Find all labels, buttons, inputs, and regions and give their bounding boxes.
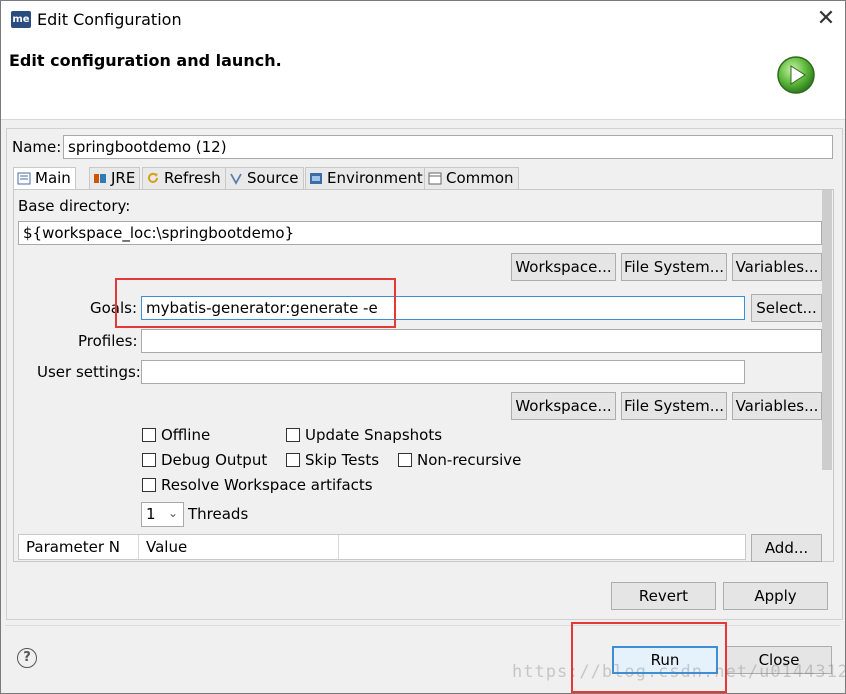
- resolve-workspace-checkbox[interactable]: [142, 478, 156, 492]
- add-parameter-button[interactable]: Add...: [751, 534, 822, 562]
- vertical-scrollbar[interactable]: [822, 190, 832, 470]
- column-header-parameter[interactable]: Parameter N: [19, 535, 139, 559]
- offline-checkbox[interactable]: [142, 428, 156, 442]
- file-system-button-2[interactable]: File System...: [621, 392, 727, 420]
- refresh-icon: [148, 172, 158, 183]
- debug-output-checkbox[interactable]: [142, 453, 156, 467]
- offline-label: Offline: [161, 426, 211, 444]
- tab-source[interactable]: Source: [225, 167, 304, 189]
- name-field[interactable]: springbootdemo (12): [63, 135, 833, 159]
- tab-main[interactable]: Main: [13, 167, 76, 190]
- apply-button[interactable]: Apply: [723, 582, 828, 610]
- window-title: Edit Configuration: [37, 10, 182, 29]
- file-system-button-1[interactable]: File System...: [621, 253, 727, 281]
- threads-label: Threads: [188, 505, 249, 523]
- source-icon: [230, 173, 242, 185]
- non-recursive-checkbox[interactable]: [398, 453, 412, 467]
- tab-label-jre: JRE: [111, 169, 136, 187]
- run-play-icon: [777, 56, 815, 94]
- update-snapshots-label: Update Snapshots: [305, 426, 443, 444]
- base-directory-label: Base directory:: [18, 197, 131, 215]
- skip-tests-checkbox[interactable]: [286, 453, 300, 467]
- tab-label-source: Source: [247, 169, 299, 187]
- tab-common[interactable]: Common: [424, 167, 519, 189]
- parameter-table[interactable]: Parameter N Value: [18, 534, 746, 560]
- threads-value: 1: [146, 505, 156, 523]
- update-snapshots-checkbox[interactable]: [286, 428, 300, 442]
- tab-label-refresh: Refresh: [164, 169, 221, 187]
- common-icon: [428, 172, 442, 185]
- variables-button-2[interactable]: Variables...: [732, 392, 822, 420]
- variables-button-1[interactable]: Variables...: [732, 253, 822, 281]
- user-settings-label: User settings:: [37, 363, 141, 381]
- tab-label-environment: Environment: [327, 169, 423, 187]
- chevron-down-icon: ⌄: [167, 506, 178, 520]
- select-button[interactable]: Select...: [751, 294, 822, 322]
- app-icon: me: [11, 11, 31, 28]
- non-recursive-label: Non-recursive: [417, 451, 522, 469]
- workspace-button-1[interactable]: Workspace...: [511, 253, 616, 281]
- tab-environment[interactable]: Environment: [305, 167, 428, 189]
- goals-highlight-box: [115, 278, 396, 328]
- column-header-value[interactable]: Value: [139, 535, 339, 559]
- tab-label-main: Main: [35, 169, 71, 187]
- threads-select[interactable]: 1 ⌄: [141, 502, 184, 527]
- run-highlight-box: [571, 622, 727, 693]
- profiles-field[interactable]: [141, 329, 822, 353]
- tab-refresh[interactable]: Refresh: [142, 167, 226, 189]
- profiles-label: Profiles:: [78, 332, 138, 350]
- main-tab-icon: [17, 172, 31, 185]
- help-icon[interactable]: ?: [17, 648, 37, 668]
- user-settings-field[interactable]: [141, 360, 745, 384]
- header-title: Edit configuration and launch.: [9, 51, 282, 70]
- tab-jre[interactable]: JRE: [89, 167, 141, 189]
- resolve-workspace-label: Resolve Workspace artifacts: [161, 476, 373, 494]
- tab-label-common: Common: [446, 169, 514, 187]
- title-bar: me Edit Configuration ✕: [1, 1, 845, 39]
- base-directory-field[interactable]: ${workspace_loc:\springbootdemo}: [18, 221, 822, 245]
- close-icon[interactable]: ✕: [813, 6, 839, 32]
- jre-icon: [94, 174, 106, 183]
- dialog-header: Edit configuration and launch.: [1, 39, 845, 120]
- revert-button[interactable]: Revert: [611, 582, 716, 610]
- debug-output-label: Debug Output: [161, 451, 268, 469]
- workspace-button-2[interactable]: Workspace...: [511, 392, 616, 420]
- name-label: Name:: [12, 138, 62, 156]
- environment-icon: [310, 173, 322, 184]
- skip-tests-label: Skip Tests: [305, 451, 380, 469]
